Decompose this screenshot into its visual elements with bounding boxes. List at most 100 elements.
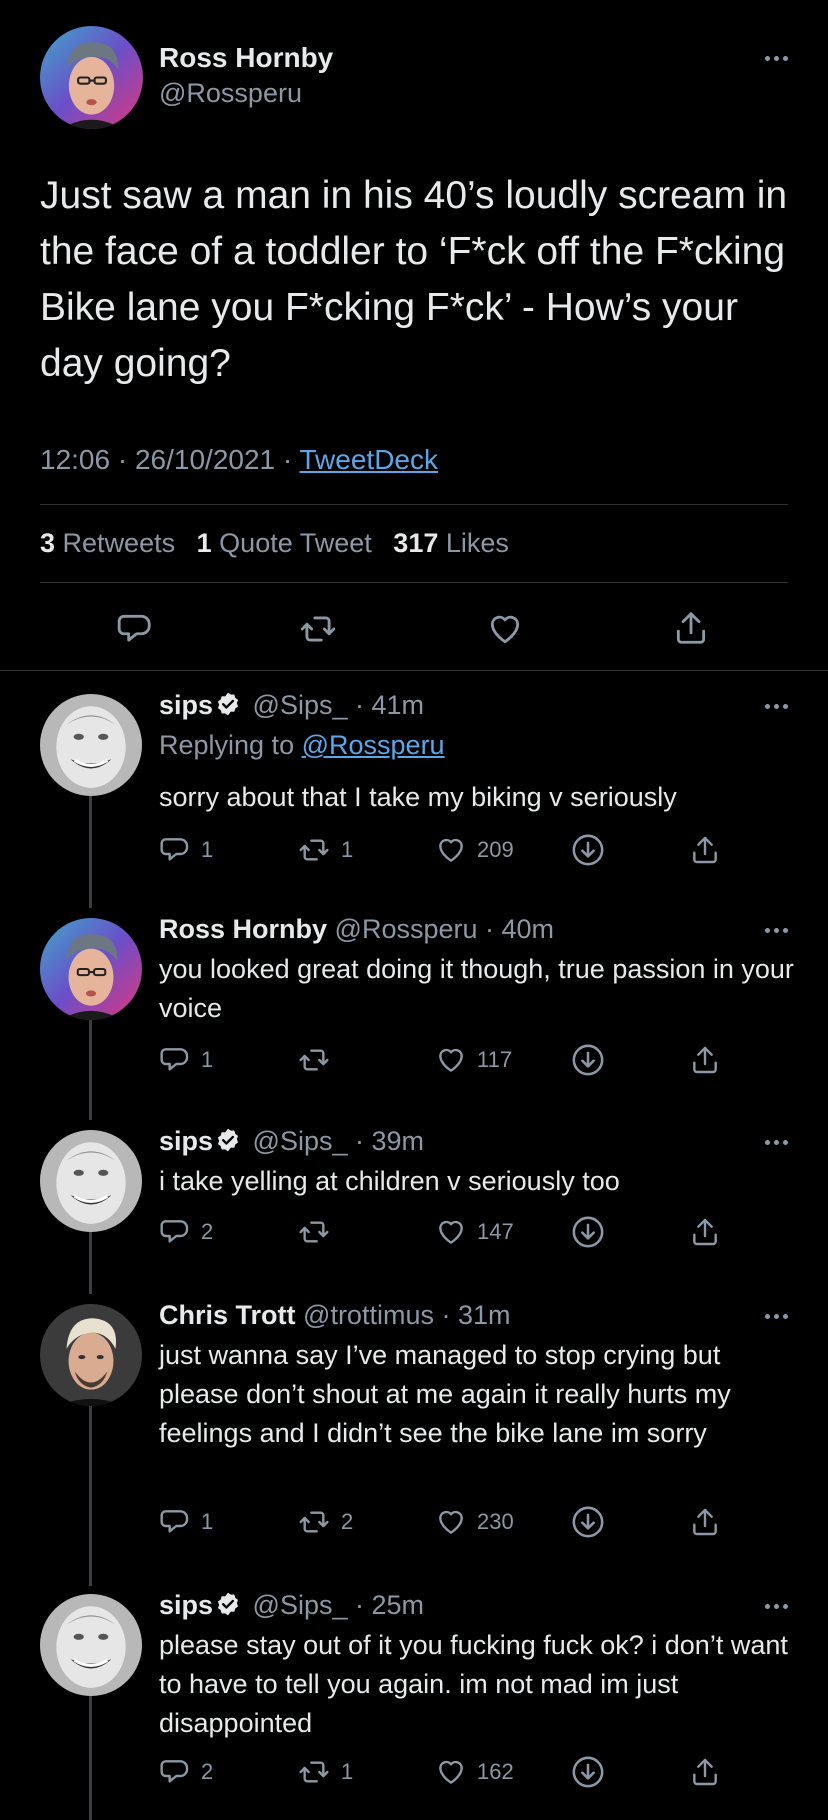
author-name[interactable]: Ross Hornby — [159, 42, 333, 74]
reply-icon — [160, 838, 189, 861]
reply-button[interactable]: 1 — [159, 830, 213, 870]
like-button[interactable]: 117 — [435, 1040, 512, 1080]
download-button[interactable] — [571, 1212, 605, 1252]
reply-action-bar: 1 117 — [159, 1040, 729, 1080]
reply-author-name[interactable]: sips — [159, 1590, 213, 1620]
share-button[interactable] — [689, 1752, 721, 1792]
more-options-icon[interactable] — [760, 48, 792, 68]
reply-author-name[interactable]: sips — [159, 690, 213, 720]
reply-author-handle[interactable]: @Rossperu — [335, 914, 478, 944]
reply-button[interactable]: 2 — [159, 1752, 213, 1792]
reply-author-handle[interactable]: @Sips_ — [253, 1126, 348, 1156]
thread-line — [89, 1406, 92, 1586]
retweet-icon — [299, 1221, 329, 1243]
avatar-ross-hornby[interactable] — [40, 918, 142, 1020]
retweet-count: 1 — [341, 1759, 354, 1784]
reply-author-name[interactable]: sips — [159, 1126, 213, 1156]
tweet-source-link[interactable]: TweetDeck — [300, 444, 439, 475]
reply-author-handle[interactable]: @Sips_ — [253, 1590, 348, 1620]
retweet-count: 1 — [341, 837, 354, 862]
tweet-date: 26/10/2021 — [134, 444, 276, 475]
avatar-ross-hornby[interactable] — [40, 26, 143, 129]
like-count: 117 — [477, 1047, 513, 1072]
more-options-icon[interactable] — [760, 920, 792, 940]
download-button[interactable] — [571, 1040, 605, 1080]
reply-author-handle[interactable]: @trottimus — [303, 1300, 434, 1330]
tweet-time: 12:06 — [40, 444, 111, 475]
share-icon — [693, 836, 717, 864]
avatar-sips[interactable] — [40, 694, 142, 796]
dot-separator: · — [433, 1300, 458, 1330]
retweet-icon[interactable] — [298, 610, 338, 653]
like-icon — [439, 1220, 463, 1244]
reply-icon — [160, 1220, 189, 1243]
quotes-stat[interactable]: 1 Quote Tweet — [197, 528, 372, 558]
avatar-sips[interactable] — [40, 1594, 142, 1696]
reply-author-handle[interactable]: @Sips_ — [253, 690, 348, 720]
retweet-button[interactable] — [297, 1212, 341, 1252]
reply-header: Chris Trott @trottimus · 31m — [159, 1300, 511, 1331]
dot-separator: · — [347, 1126, 372, 1156]
reply-text: i take yelling at children v seriously t… — [159, 1166, 620, 1196]
replying-to-label: Replying to — [159, 730, 295, 760]
replying-to-handle[interactable]: @Rossperu — [302, 730, 445, 760]
timestamp-separator: · — [282, 444, 293, 475]
like-button[interactable]: 230 — [435, 1502, 514, 1542]
reply-author-name[interactable]: Ross Hornby — [159, 914, 327, 944]
divider — [0, 670, 828, 671]
retweet-button[interactable]: 2 — [297, 1502, 353, 1542]
reply-count: 1 — [201, 1047, 214, 1072]
share-button[interactable] — [689, 830, 721, 870]
reply-age: 25m — [371, 1590, 425, 1620]
download-button[interactable] — [571, 1752, 605, 1792]
avatar-ross-image — [40, 918, 142, 1020]
download-button[interactable] — [571, 830, 605, 870]
verified-badge-icon — [217, 1128, 239, 1152]
like-count: 209 — [477, 837, 514, 862]
reply-button[interactable]: 1 — [159, 1040, 213, 1080]
more-options-icon[interactable] — [760, 1306, 792, 1326]
reply-button[interactable]: 1 — [159, 1502, 213, 1542]
more-options-icon[interactable] — [760, 696, 792, 716]
avatar-chris-trott[interactable] — [40, 1304, 142, 1406]
more-options-icon[interactable] — [760, 1132, 792, 1152]
like-button[interactable]: 147 — [435, 1212, 514, 1252]
like-count: 162 — [477, 1759, 514, 1784]
like-count: 147 — [477, 1219, 514, 1244]
retweet-button[interactable]: 1 — [297, 1752, 353, 1792]
reply-text: you looked great doing it though, true p… — [159, 954, 794, 1023]
reply-author-name[interactable]: Chris Trott — [159, 1300, 296, 1330]
reply-icon — [160, 1510, 189, 1533]
verified-badge-icon — [217, 1592, 239, 1616]
tweet-timestamp: 12:06 · 26/10/2021 · TweetDeck — [40, 444, 438, 476]
like-icon — [439, 1510, 463, 1534]
quotes-label: Quote Tweet — [219, 528, 372, 558]
like-button[interactable]: 209 — [435, 830, 514, 870]
thread-line — [89, 1020, 92, 1120]
likes-label: Likes — [445, 528, 509, 558]
share-button[interactable] — [689, 1040, 721, 1080]
retweets-stat[interactable]: 3 Retweets — [40, 528, 175, 558]
likes-stat[interactable]: 317 Likes — [393, 528, 509, 558]
like-button[interactable]: 162 — [435, 1752, 514, 1792]
reply-button[interactable]: 2 — [159, 1212, 213, 1252]
share-icon — [693, 1218, 717, 1246]
share-icon[interactable] — [672, 608, 710, 653]
retweet-button[interactable]: 1 — [297, 830, 353, 870]
avatar-sips[interactable] — [40, 1130, 142, 1232]
reply-text: sorry about that I take my biking v seri… — [159, 782, 677, 812]
author-handle[interactable]: @Rossperu — [159, 78, 302, 109]
more-options-icon[interactable] — [760, 1596, 792, 1616]
share-button[interactable] — [689, 1502, 721, 1542]
reply-count: 1 — [201, 837, 214, 862]
share-button[interactable] — [689, 1212, 721, 1252]
share-icon — [693, 1508, 717, 1536]
main-action-bar — [0, 608, 828, 652]
retweet-button[interactable] — [297, 1040, 341, 1080]
thread-line — [89, 1232, 92, 1294]
like-icon — [439, 1760, 463, 1784]
download-button[interactable] — [571, 1502, 605, 1542]
like-icon[interactable] — [486, 610, 524, 653]
reply-icon[interactable] — [116, 610, 154, 653]
reply-action-bar: 2 147 — [159, 1212, 729, 1252]
